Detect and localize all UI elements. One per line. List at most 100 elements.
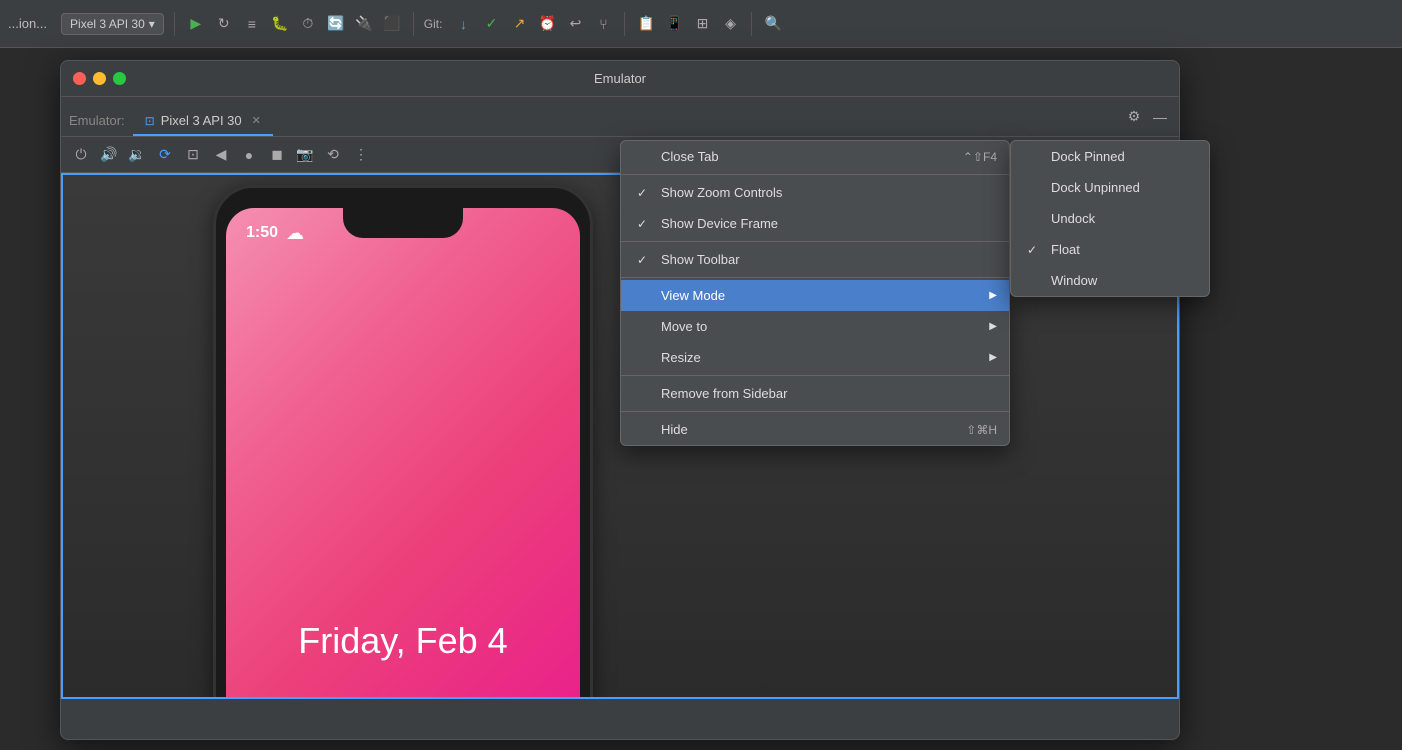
- git-undo-icon[interactable]: ↩: [564, 13, 586, 35]
- ide-toolbar-left: ...ion... Pixel 3 API 30 ▾ ▶ ↻ ≡ 🐛 ⏱ 🔄 🔌…: [8, 12, 1394, 36]
- rerun-button[interactable]: ↻: [213, 13, 235, 35]
- menu-label-resize: Resize: [661, 350, 993, 365]
- emulator-titlebar: Emulator: [61, 61, 1179, 97]
- home-icon[interactable]: ●: [237, 143, 261, 167]
- menu-divider: [621, 277, 1009, 278]
- phone-device: 1:50 ☁ Friday, Feb 4: [213, 185, 593, 699]
- stop-button[interactable]: ⬛: [381, 13, 403, 35]
- toolbar-separator-1: [174, 12, 175, 36]
- project-name: ...ion...: [8, 16, 47, 31]
- menu-label-show-toolbar: Show Toolbar: [661, 252, 993, 267]
- device-manager-icon[interactable]: 📱: [663, 13, 685, 35]
- menu-label-move-to: Move to: [661, 319, 993, 334]
- power-icon[interactable]: ⏻: [69, 143, 93, 167]
- view-mode-submenu: Dock Pinned Dock Unpinned Undock ✓ Float Wind…: [1010, 140, 1210, 297]
- more-icon[interactable]: ⋮: [349, 143, 373, 167]
- submenu-label-dock-unpinned: Dock Unpinned: [1051, 180, 1140, 195]
- attach-button[interactable]: 🔌: [353, 13, 375, 35]
- run-button[interactable]: ▶: [185, 13, 207, 35]
- emulator-title: Emulator: [594, 71, 646, 86]
- device-selector-label: Pixel 3 API 30: [70, 17, 145, 31]
- submenu-item-float[interactable]: ✓ Float: [1011, 234, 1209, 265]
- submenu-label-float: Float: [1051, 242, 1080, 257]
- ide-toolbar: ...ion... Pixel 3 API 30 ▾ ▶ ↻ ≡ 🐛 ⏱ 🔄 🔌…: [0, 0, 1402, 48]
- menu-label-view-mode: View Mode: [661, 288, 993, 303]
- submenu-item-undock[interactable]: Undock: [1011, 203, 1209, 234]
- menu-item-hide[interactable]: Hide⇧⌘H: [621, 414, 1009, 445]
- menu-item-view-mode[interactable]: View Mode▶: [621, 280, 1009, 311]
- menu-item-move-to[interactable]: Move to▶: [621, 311, 1009, 342]
- profile-button[interactable]: ⏱: [297, 13, 319, 35]
- emulator-prefix: Emulator:: [69, 113, 133, 136]
- menu-divider: [621, 174, 1009, 175]
- chevron-down-icon: ▾: [149, 17, 155, 31]
- volume-up-icon[interactable]: 🔊: [97, 143, 121, 167]
- context-menu: Close Tab⌃⇧F4 ✓Show Zoom Controls ✓ Show De…: [620, 140, 1010, 446]
- window-minimize-button[interactable]: [93, 72, 106, 85]
- menu-item-close-tab[interactable]: Close Tab⌃⇧F4: [621, 141, 1009, 172]
- menu-label-hide: Hide: [661, 422, 993, 437]
- submenu-item-dock-unpinned[interactable]: Dock Unpinned: [1011, 172, 1209, 203]
- git-commit-icon[interactable]: ✓: [480, 13, 502, 35]
- menu-item-show-zoom-controls[interactable]: ✓Show Zoom Controls: [621, 177, 1009, 208]
- menu-divider: [621, 411, 1009, 412]
- phone-status-bar: 1:50 ☁: [226, 208, 580, 258]
- submenu-check-float: ✓: [1027, 243, 1047, 257]
- toolbar-separator-4: [751, 12, 752, 36]
- git-branch-icon[interactable]: ⑂: [592, 13, 614, 35]
- volume-down-icon[interactable]: 🔉: [125, 143, 149, 167]
- window-maximize-button[interactable]: [113, 72, 126, 85]
- run-coverage-button[interactable]: 🔄: [325, 13, 347, 35]
- rotate-icon[interactable]: ⟳: [153, 143, 177, 167]
- menu-divider: [621, 375, 1009, 376]
- submenu-item-window[interactable]: Window: [1011, 265, 1209, 296]
- fold-icon[interactable]: ⊡: [181, 143, 205, 167]
- tab-close-button[interactable]: ✕: [252, 114, 261, 127]
- layout-inspector-icon[interactable]: ⊞: [691, 13, 713, 35]
- overview-icon[interactable]: ◼: [265, 143, 289, 167]
- tab-label: Pixel 3 API 30: [161, 113, 242, 128]
- rewind-icon[interactable]: ⟲: [321, 143, 345, 167]
- tab-bar: Emulator: ⊡ Pixel 3 API 30 ✕ ⚙ —: [61, 97, 1179, 137]
- menu-item-resize[interactable]: Resize▶: [621, 342, 1009, 373]
- git-fetch-icon[interactable]: ↓: [452, 13, 474, 35]
- git-label: Git:: [424, 17, 443, 31]
- submenu-label-dock-pinned: Dock Pinned: [1051, 149, 1125, 164]
- phone-time: 1:50: [246, 224, 278, 242]
- menu-label-show-device-frame: Show Device Frame: [661, 216, 993, 231]
- menu-check-show-toolbar: ✓: [637, 253, 657, 267]
- menu-arrow-view-mode: ▶: [989, 290, 997, 301]
- search-everywhere-icon[interactable]: 🔍: [762, 13, 784, 35]
- menu-label-close-tab: Close Tab: [661, 149, 993, 164]
- menu-item-remove-from-sidebar[interactable]: Remove from Sidebar: [621, 378, 1009, 409]
- screenshot-icon[interactable]: 📷: [293, 143, 317, 167]
- toolbar-separator-2: [413, 12, 414, 36]
- menu-item-show-toolbar[interactable]: ✓ Show Toolbar: [621, 244, 1009, 275]
- settings-icon[interactable]: ⚙: [1123, 106, 1145, 128]
- debug-button[interactable]: 🐛: [269, 13, 291, 35]
- git-push-icon[interactable]: ↗: [508, 13, 530, 35]
- toolbar-separator-3: [624, 12, 625, 36]
- window-close-button[interactable]: [73, 72, 86, 85]
- menu-check-show-device-frame: ✓: [637, 217, 657, 231]
- window-controls: [73, 72, 126, 85]
- menu-item-show-device-frame[interactable]: ✓ Show Device Frame: [621, 208, 1009, 239]
- minimize-tab-icon[interactable]: —: [1149, 106, 1171, 128]
- emulator-tab[interactable]: ⊡ Pixel 3 API 30 ✕: [133, 107, 273, 136]
- menu-arrow-move-to: ▶: [989, 321, 997, 332]
- vcs-icon[interactable]: 📋: [635, 13, 657, 35]
- device-selector[interactable]: Pixel 3 API 30 ▾: [61, 13, 164, 35]
- coverage-button[interactable]: ≡: [241, 13, 263, 35]
- back-icon[interactable]: ◀: [209, 143, 233, 167]
- submenu-item-dock-pinned[interactable]: Dock Pinned: [1011, 141, 1209, 172]
- tab-bar-right: ⚙ —: [1123, 106, 1171, 128]
- weather-icon: ☁: [286, 223, 304, 244]
- phone-date: Friday, Feb 4: [226, 620, 580, 662]
- menu-shortcut-hide: ⇧⌘H: [966, 423, 997, 437]
- git-history-icon[interactable]: ⏰: [536, 13, 558, 35]
- menu-arrow-resize: ▶: [989, 352, 997, 363]
- menu-shortcut-close-tab: ⌃⇧F4: [963, 150, 997, 164]
- cube-icon[interactable]: ◈: [719, 13, 741, 35]
- menu-label-remove-from-sidebar: Remove from Sidebar: [661, 386, 993, 401]
- menu-divider: [621, 241, 1009, 242]
